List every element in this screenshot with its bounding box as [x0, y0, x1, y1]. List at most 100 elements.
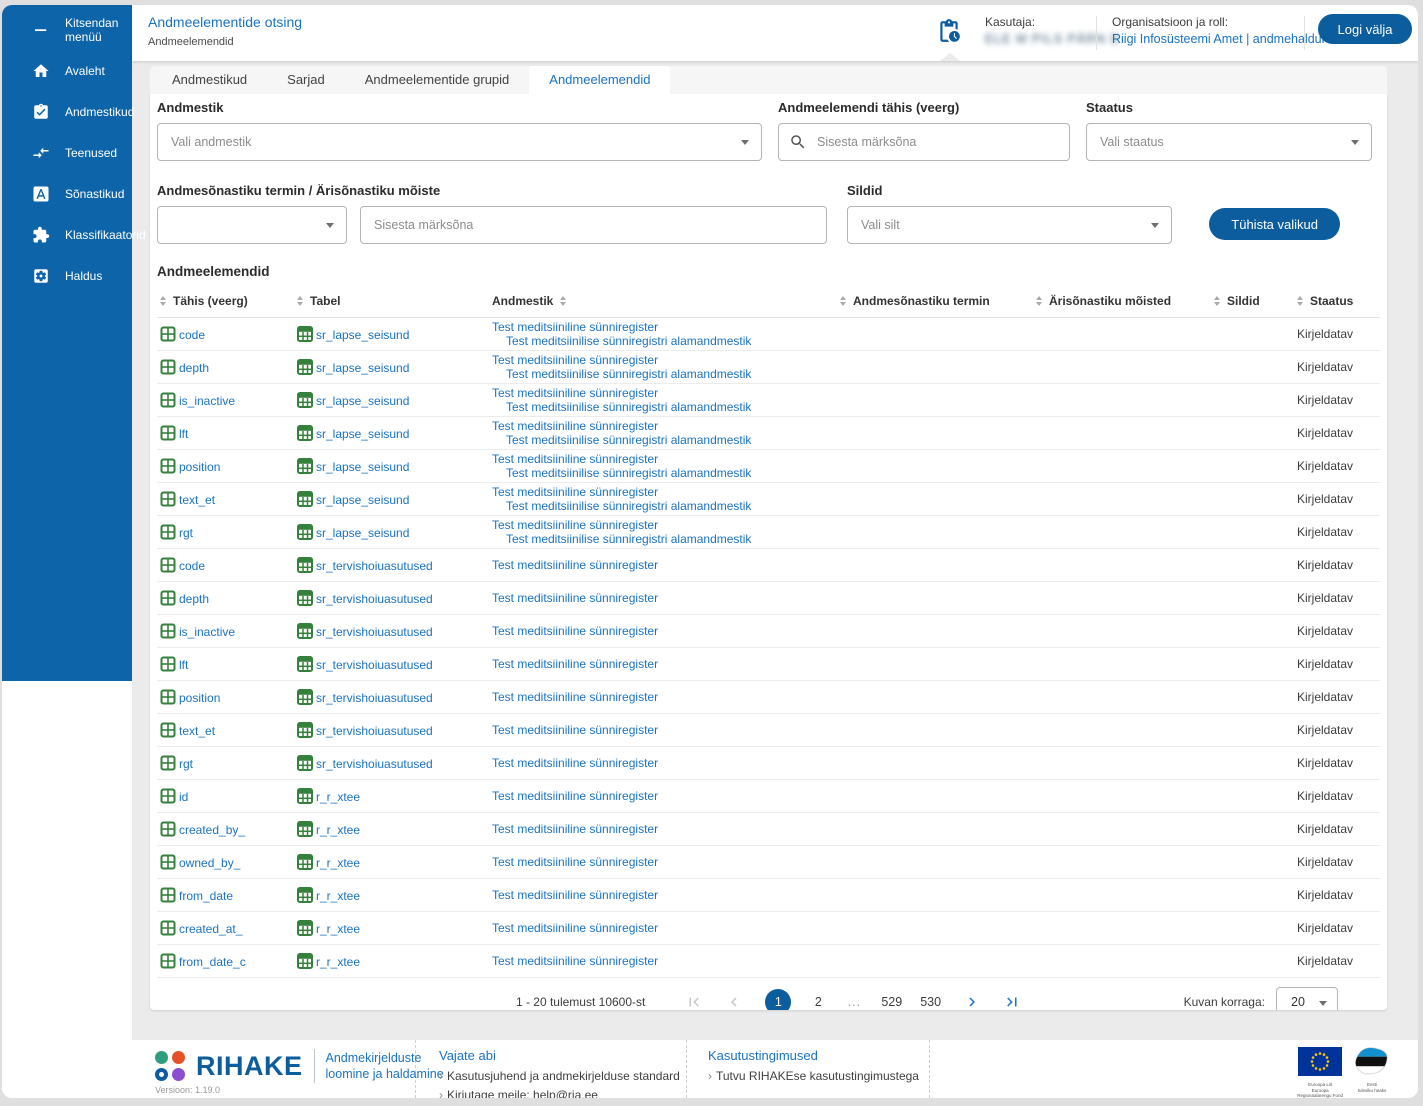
table-link[interactable]: r_r_xtee: [316, 856, 360, 870]
staatus-select[interactable]: [1086, 123, 1372, 161]
sildid-select[interactable]: [847, 206, 1172, 244]
tahis-search-input[interactable]: [778, 123, 1070, 161]
table-link[interactable]: r_r_xtee: [316, 889, 360, 903]
dataset-link[interactable]: Test meditsiiniline sünniregister: [492, 822, 840, 836]
help-link-email[interactable]: › Kirjutage meile: help@ria.ee: [439, 1086, 680, 1098]
dataset-link[interactable]: Test meditsiiniline sünniregister: [492, 921, 840, 935]
sidebar-item-andmestikud[interactable]: Andmestikud: [2, 91, 134, 132]
table-link[interactable]: sr_tervishoiuasutused: [316, 757, 433, 771]
table-link[interactable]: sr_lapse_seisund: [316, 427, 409, 441]
table-link[interactable]: sr_tervishoiuasutused: [316, 724, 433, 738]
column-header-tabel[interactable]: Tabel: [297, 294, 492, 308]
sildid-select-input[interactable]: [847, 206, 1172, 244]
dataset-link[interactable]: Test meditsiiniline sünniregister: [492, 485, 840, 499]
table-link[interactable]: sr_lapse_seisund: [316, 361, 409, 375]
dataset-link[interactable]: Test meditsiiniline sünniregister: [492, 353, 840, 367]
dataset-link[interactable]: Test meditsiiniline sünniregister: [492, 690, 840, 704]
table-link[interactable]: sr_tervishoiuasutused: [316, 592, 433, 606]
next-page-icon[interactable]: [963, 993, 981, 1010]
dataset-link[interactable]: Test meditsiiniline sünniregister: [492, 954, 840, 968]
table-link[interactable]: sr_tervishoiuasutused: [316, 559, 433, 573]
dataset-link[interactable]: Test meditsiiniline sünniregister: [492, 386, 840, 400]
org-value[interactable]: Riigi Infosüsteemi Amet | andmehaldur: [1112, 32, 1326, 46]
tab-andmeelementide-grupid[interactable]: Andmeelementide grupid: [345, 66, 530, 94]
previous-page-icon[interactable]: [725, 993, 743, 1010]
dataset-link[interactable]: Test meditsiiniline sünniregister: [492, 518, 840, 532]
sub-dataset-link[interactable]: Test meditsiinilise sünniregistri alaman…: [492, 433, 840, 447]
table-link[interactable]: sr_lapse_seisund: [316, 526, 409, 540]
data-element-link[interactable]: depth: [179, 361, 209, 375]
dataset-link[interactable]: Test meditsiiniline sünniregister: [492, 723, 840, 737]
sub-dataset-link[interactable]: Test meditsiinilise sünniregistri alaman…: [492, 334, 840, 348]
last-page-icon[interactable]: [1003, 993, 1021, 1010]
table-link[interactable]: r_r_xtee: [316, 922, 360, 936]
data-element-link[interactable]: owned_by_: [179, 856, 240, 870]
staatus-select-input[interactable]: [1086, 123, 1372, 161]
dataset-link[interactable]: Test meditsiiniline sünniregister: [492, 624, 840, 638]
termin-keyword-input[interactable]: [360, 206, 827, 244]
dataset-link[interactable]: Test meditsiiniline sünniregister: [492, 789, 840, 803]
table-link[interactable]: sr_lapse_seisund: [316, 394, 409, 408]
sidebar-item-teenused[interactable]: Teenused: [2, 132, 132, 173]
page-button[interactable]: 529: [881, 995, 902, 1009]
table-link[interactable]: r_r_xtee: [316, 955, 360, 969]
dataset-link[interactable]: Test meditsiiniline sünniregister: [492, 452, 840, 466]
dataset-link[interactable]: Test meditsiiniline sünniregister: [492, 558, 840, 572]
column-header-staatus[interactable]: Staatus: [1297, 294, 1380, 308]
termin-type-select-input[interactable]: [157, 206, 347, 244]
table-link[interactable]: sr_tervishoiuasutused: [316, 658, 433, 672]
sub-dataset-link[interactable]: Test meditsiinilise sünniregistri alaman…: [492, 532, 840, 546]
data-element-link[interactable]: code: [179, 559, 205, 573]
table-link[interactable]: r_r_xtee: [316, 823, 360, 837]
sidebar-item-klassifikaatorid[interactable]: Klassifikaatorid: [2, 214, 146, 255]
data-element-link[interactable]: from_date_c: [179, 955, 246, 969]
data-element-link[interactable]: text_et: [179, 724, 215, 738]
dataset-link[interactable]: Test meditsiiniline sünniregister: [492, 756, 840, 770]
sidebar-item-haldus[interactable]: Haldus: [2, 255, 132, 296]
column-header-sildid[interactable]: Sildid: [1214, 294, 1297, 308]
tab-andmestikud[interactable]: Andmestikud: [152, 66, 267, 94]
data-element-link[interactable]: is_inactive: [179, 625, 235, 639]
andmestik-select-input[interactable]: [157, 123, 762, 161]
column-header-moisted[interactable]: Ärisõnastiku mõisted: [1036, 294, 1214, 308]
per-page-select[interactable]: 20: [1276, 987, 1338, 1010]
tab-andmeelemendid[interactable]: Andmeelemendid: [529, 66, 671, 94]
data-element-link[interactable]: rgt: [179, 757, 193, 771]
data-element-link[interactable]: rgt: [179, 526, 193, 540]
tahis-search[interactable]: [778, 123, 1070, 161]
data-element-link[interactable]: lft: [179, 658, 188, 672]
terms-link[interactable]: › Tutvu RIHAKEse kasutustingimustega: [708, 1067, 919, 1086]
table-link[interactable]: sr_tervishoiuasutused: [316, 625, 433, 639]
data-element-link[interactable]: depth: [179, 592, 209, 606]
data-element-link[interactable]: lft: [179, 427, 188, 441]
data-element-link[interactable]: is_inactive: [179, 394, 235, 408]
dataset-link[interactable]: Test meditsiiniline sünniregister: [492, 855, 840, 869]
page-button[interactable]: 1: [765, 989, 792, 1010]
table-link[interactable]: sr_lapse_seisund: [316, 460, 409, 474]
dataset-link[interactable]: Test meditsiiniline sünniregister: [492, 888, 840, 902]
sidebar-item-sonastikud[interactable]: Sõnastikud: [2, 173, 132, 214]
help-link-manual[interactable]: › Kasutusjuhend ja andmekirjelduse standa…: [439, 1067, 680, 1086]
first-page-icon[interactable]: [685, 993, 703, 1010]
sub-dataset-link[interactable]: Test meditsiinilise sünniregistri alaman…: [492, 499, 840, 513]
dataset-link[interactable]: Test meditsiiniline sünniregister: [492, 657, 840, 671]
page-button[interactable]: 530: [920, 995, 941, 1009]
table-link[interactable]: sr_lapse_seisund: [316, 328, 409, 342]
sub-dataset-link[interactable]: Test meditsiinilise sünniregistri alaman…: [492, 367, 840, 381]
sub-dataset-link[interactable]: Test meditsiinilise sünniregistri alaman…: [492, 466, 840, 480]
sidebar-item-collapse-menu[interactable]: Kitsendan menüü: [2, 9, 132, 50]
dataset-link[interactable]: Test meditsiiniline sünniregister: [492, 419, 840, 433]
sub-dataset-link[interactable]: Test meditsiinilise sünniregistri alaman…: [492, 400, 840, 414]
data-element-link[interactable]: position: [179, 691, 220, 705]
data-element-link[interactable]: code: [179, 328, 205, 342]
column-header-termin[interactable]: Andmesõnastiku termin: [840, 294, 1036, 308]
data-element-link[interactable]: created_by_: [179, 823, 245, 837]
dataset-link[interactable]: Test meditsiiniline sünniregister: [492, 320, 840, 334]
column-header-andmestik[interactable]: Andmestik: [492, 294, 840, 308]
dataset-link[interactable]: Test meditsiiniline sünniregister: [492, 591, 840, 605]
table-link[interactable]: r_r_xtee: [316, 790, 360, 804]
termin-keyword[interactable]: [360, 206, 827, 244]
tab-sarjad[interactable]: Sarjad: [267, 66, 345, 94]
page-button[interactable]: 2: [809, 995, 827, 1009]
logout-button[interactable]: Logi välja: [1318, 14, 1412, 44]
